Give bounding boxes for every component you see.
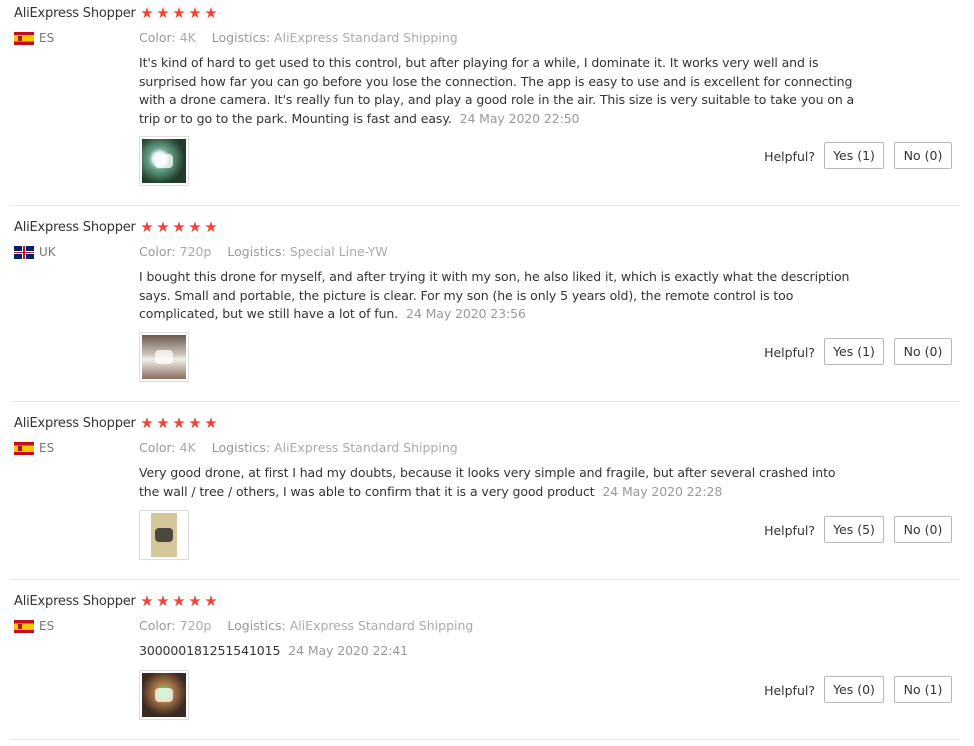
color-label: Color:: [139, 618, 176, 633]
review-country: ES: [14, 31, 54, 45]
star-icon: ★: [188, 4, 202, 22]
helpful-yes-button[interactable]: Yes (1): [824, 142, 884, 169]
star-rating: ★ ★ ★ ★ ★: [139, 592, 219, 610]
review-text: Very good drone, at first I had my doubt…: [139, 464, 859, 501]
star-icon: ★: [172, 218, 186, 236]
review-meta: Color: 4K Logistics: AliExpress Standard…: [139, 30, 470, 45]
logistics-label: Logistics:: [227, 618, 286, 633]
helpful-yes-button[interactable]: Yes (5): [824, 516, 884, 543]
star-rating: ★ ★ ★ ★ ★: [139, 4, 219, 22]
review-author: AliExpress Shopper: [14, 594, 136, 609]
helpful-label: Helpful?: [764, 149, 815, 164]
color-value: 4K: [179, 440, 196, 455]
helpful-yes-button[interactable]: Yes (0): [824, 676, 884, 703]
uk-flag-icon: [14, 245, 34, 259]
helpful-no-button[interactable]: No (0): [894, 338, 952, 365]
helpful-no-button[interactable]: No (0): [894, 142, 952, 169]
star-icon: ★: [156, 218, 170, 236]
review-author: AliExpress Shopper: [14, 416, 136, 431]
review-item: AliExpress Shopper ★ ★ ★ ★ ★ ES Color: 4K Lo…: [0, 0, 960, 206]
logistics-label: Logistics:: [211, 30, 271, 45]
review-meta: Color: 720p Logistics: Special Line-YW: [139, 244, 400, 259]
star-icon: ★: [188, 592, 202, 610]
review-photo-thumbnail[interactable]: [139, 670, 189, 720]
review-item: AliExpress Shopper ★ ★ ★ ★ ★ UK Color: 720p …: [0, 214, 960, 402]
color-value: 4K: [179, 30, 196, 45]
review-divider: [10, 739, 960, 740]
star-icon: ★: [188, 414, 202, 432]
spain-flag-icon: [14, 441, 34, 455]
country-code: ES: [39, 619, 55, 633]
review-country: ES: [14, 619, 54, 633]
review-item: AliExpress Shopper ★ ★ ★ ★ ★ ES Color: 4K Lo…: [0, 410, 960, 580]
star-icon: ★: [172, 414, 186, 432]
spain-flag-icon: [14, 619, 34, 633]
star-rating: ★ ★ ★ ★ ★: [139, 414, 219, 432]
review-date: 24 May 2020 22:41: [288, 643, 409, 658]
logistics-value: AliExpress Standard Shipping: [274, 30, 458, 45]
review-divider: [10, 401, 960, 402]
country-code: ES: [39, 31, 55, 45]
star-icon: ★: [204, 414, 218, 432]
spain-flag-icon: [14, 31, 34, 45]
logistics-value: AliExpress Standard Shipping: [289, 618, 474, 633]
review-date: 24 May 2020 22:28: [602, 483, 723, 499]
review-photo-thumbnail[interactable]: [139, 332, 189, 382]
star-icon: ★: [140, 218, 154, 236]
star-icon: ★: [204, 218, 218, 236]
review-country: UK: [14, 245, 56, 259]
color-label: Color:: [139, 244, 176, 259]
color-value: 720p: [179, 244, 212, 259]
country-code: UK: [39, 245, 56, 259]
review-meta: Color: 720p Logistics: AliExpress Standa…: [139, 618, 485, 633]
review-divider: [10, 579, 960, 580]
drone-photo: [142, 139, 186, 183]
helpful-label: Helpful?: [764, 523, 815, 538]
review-meta: Color: 4K Logistics: AliExpress Standard…: [139, 440, 470, 455]
helpful-label: Helpful?: [764, 345, 815, 360]
review-divider: [10, 205, 960, 206]
star-icon: ★: [204, 4, 218, 22]
star-icon: ★: [140, 4, 154, 22]
helpful-label: Helpful?: [764, 683, 815, 698]
review-author: AliExpress Shopper: [14, 6, 136, 21]
color-label: Color:: [139, 440, 176, 455]
helpful-no-button[interactable]: No (1): [894, 676, 952, 703]
color-label: Color:: [139, 30, 176, 45]
review-text: 300000181251541015 24 May 2020 22:41: [139, 642, 859, 661]
helpful-yes-button[interactable]: Yes (1): [824, 338, 884, 365]
logistics-label: Logistics:: [211, 440, 271, 455]
drone-photo: [142, 513, 186, 557]
star-icon: ★: [156, 414, 170, 432]
star-icon: ★: [188, 218, 202, 236]
review-date: 24 May 2020 22:50: [459, 110, 580, 126]
review-text: It's kind of hard to get used to this co…: [139, 54, 859, 128]
color-value: 720p: [179, 618, 212, 633]
star-icon: ★: [172, 592, 186, 610]
logistics-value: Special Line-YW: [289, 244, 388, 259]
logistics-label: Logistics:: [227, 244, 286, 259]
review-date: 24 May 2020 23:56: [406, 306, 526, 321]
star-icon: ★: [204, 592, 218, 610]
helpful-no-button[interactable]: No (0): [894, 516, 952, 543]
review-photo-thumbnail[interactable]: [139, 510, 189, 560]
star-rating: ★ ★ ★ ★ ★: [139, 218, 219, 236]
star-icon: ★: [172, 4, 186, 22]
review-body: Very good drone, at first I had my doubt…: [139, 465, 836, 499]
star-icon: ★: [140, 414, 154, 432]
country-code: ES: [39, 441, 55, 455]
drone-photo: [142, 335, 186, 379]
star-icon: ★: [156, 4, 170, 22]
review-country: ES: [14, 441, 54, 455]
review-item: AliExpress Shopper ★ ★ ★ ★ ★ ES Color: 720p …: [0, 588, 960, 740]
logistics-value: AliExpress Standard Shipping: [274, 440, 458, 455]
drone-photo: [142, 673, 186, 717]
star-icon: ★: [140, 592, 154, 610]
review-body: 300000181251541015: [139, 643, 281, 658]
star-icon: ★: [156, 592, 170, 610]
review-photo-thumbnail[interactable]: [139, 136, 189, 186]
review-author: AliExpress Shopper: [14, 220, 136, 235]
review-text: I bought this drone for myself, and afte…: [139, 268, 859, 324]
